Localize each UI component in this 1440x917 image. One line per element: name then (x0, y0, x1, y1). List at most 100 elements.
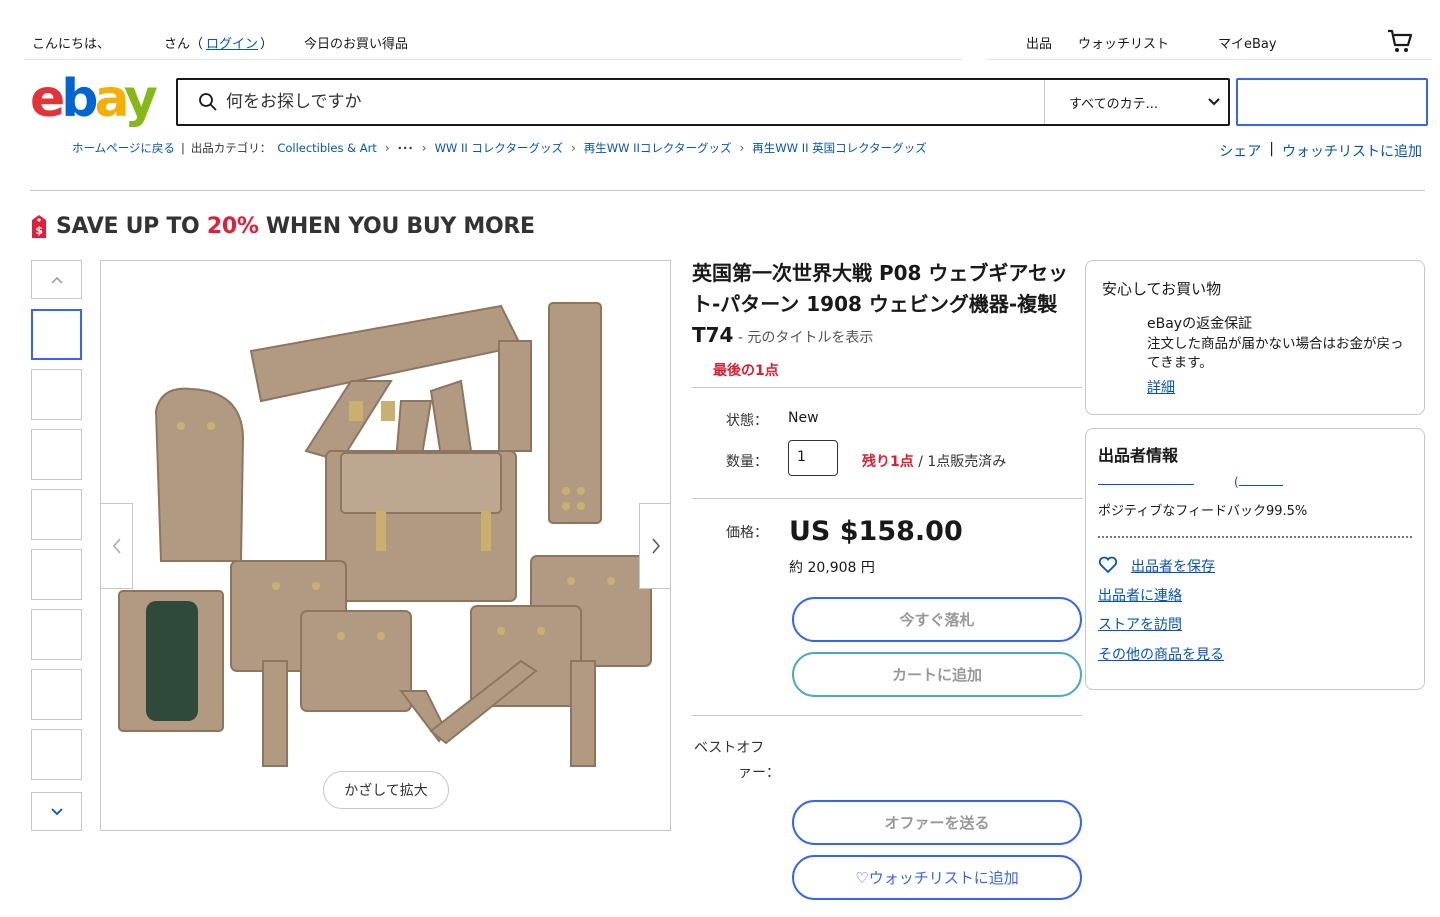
approx-price-jpy: 約 20,908 円 (789, 560, 875, 576)
thumbnail[interactable] (31, 429, 82, 480)
thumbnail[interactable] (31, 669, 82, 720)
top-nav-right: 出品 ウォッチリスト マイeBay (986, 28, 1432, 60)
breadcrumb: ホームページに戻る | 出品カテゴリ： Collectibles & Art ›… (72, 140, 927, 156)
guarantee-details-link[interactable]: 詳細 (1147, 377, 1175, 397)
price-tag-icon: $ (32, 214, 46, 238)
condition-label: 状態： (726, 413, 768, 429)
thumbnail[interactable] (31, 309, 82, 360)
add-watchlist-link[interactable]: ウォッチリストに追加 (1282, 141, 1422, 161)
daily-deals-link[interactable]: 今日のお買い得品 (304, 33, 408, 52)
chevron-down-icon (1208, 98, 1220, 106)
close-paren: ） (260, 37, 274, 52)
chevron-up-icon (50, 276, 63, 284)
thumbnail[interactable] (31, 549, 82, 600)
login-link[interactable]: ログイン (206, 33, 258, 52)
thumbnail[interactable] (31, 489, 82, 540)
best-offer-label: ベストオフ (694, 740, 765, 756)
guarantee-title: eBayの返金保証 (1147, 316, 1253, 332)
prev-image-button[interactable] (101, 503, 133, 589)
search-button[interactable] (1236, 78, 1428, 126)
top-nav-left: こんにちは、 さん（ ログイン ） 今日のお買い得品 (24, 28, 962, 60)
category-select-value: すべてのカテ... (1069, 96, 1158, 112)
breadcrumb-item[interactable]: 再生WW II 英国コレクターグッズ (752, 140, 926, 156)
guarantee-heading: 安心してお買い物 (1102, 280, 1222, 298)
thumbnail-scroll-down-button[interactable] (31, 792, 82, 831)
category-select[interactable]: すべてのカテ... (1044, 80, 1228, 124)
heart-icon[interactable] (1098, 556, 1118, 574)
breadcrumb-listed-in: 出品カテゴリ： (190, 141, 272, 155)
remaining-count: 残り1点 (862, 454, 914, 470)
seller-heading: 出品者情報 (1098, 446, 1179, 465)
sell-link[interactable]: 出品 (1026, 33, 1052, 52)
my-ebay-link[interactable]: マイeBay (1218, 33, 1277, 52)
share-link[interactable]: シェア (1219, 141, 1261, 161)
divider (692, 715, 1082, 716)
product-title-block: 英国第一次世界大戦 P08 ウェブギアセット-パターン 1908 ウェビング機器… (692, 258, 1076, 354)
chevron-right-icon: › (570, 141, 576, 155)
thumbnail[interactable] (31, 369, 82, 420)
sold-count: / 1点販売済み (913, 454, 1007, 470)
svg-text:ebay: ebay (30, 72, 157, 129)
thumbnail[interactable] (31, 729, 82, 780)
price-label: 価格： (726, 525, 768, 541)
search-icon (199, 93, 217, 111)
san-text: さん（ (164, 37, 204, 52)
chevron-right-icon (651, 538, 660, 554)
breadcrumb-item[interactable]: 再生WW IIコレクターグッズ (584, 140, 732, 156)
share-links: シェア | ウォッチリストに追加 (1219, 141, 1422, 161)
hover-zoom-label: かざして拡大 (323, 771, 449, 809)
search-bar: すべてのカテ... (176, 78, 1230, 126)
visit-store-link[interactable]: ストアを訪問 (1098, 614, 1182, 634)
breadcrumb-more-icon[interactable]: ··· (398, 141, 414, 155)
chevron-left-icon (112, 538, 121, 554)
price-value: US $158.00 (789, 516, 963, 547)
breadcrumb-back-link[interactable]: ホームページに戻る (72, 140, 175, 156)
thumbnail[interactable] (31, 609, 82, 660)
ebay-logo[interactable]: ebay (30, 72, 166, 130)
save-seller-link[interactable]: 出品者を保存 (1131, 556, 1215, 576)
webbing-set-image (118, 302, 652, 767)
condition-value: New (788, 410, 819, 426)
chevron-right-icon: › (384, 141, 390, 155)
next-image-button[interactable] (639, 503, 670, 589)
divider: | (1269, 141, 1274, 157)
divider (1098, 536, 1412, 538)
add-to-watchlist-button[interactable]: ♡ウォッチリストに追加 (792, 855, 1082, 900)
divider (692, 498, 1082, 499)
chevron-down-icon (50, 807, 63, 815)
add-to-cart-button[interactable]: カートに追加 (792, 652, 1082, 697)
contact-seller-link[interactable]: 出品者に連絡 (1098, 585, 1182, 605)
send-offer-button[interactable]: オファーを送る (792, 800, 1082, 845)
breadcrumb-item[interactable]: Collectibles & Art (277, 141, 377, 155)
divider (30, 190, 1425, 191)
svg-text:$: $ (35, 224, 42, 237)
seller-score[interactable]: ( (1234, 475, 1283, 489)
promo-banner: $ SAVE UP TO 20% WHEN YOU BUY MORE (30, 214, 535, 239)
breadcrumb-divider: | (180, 141, 185, 155)
best-offer-label-cont: ァー： (738, 765, 780, 781)
guarantee-desc: 注文した商品が届かない場合はお金が戻ってきます。 (1147, 336, 1404, 371)
breadcrumb-item[interactable]: WW II コレクターグッズ (435, 140, 563, 156)
show-original-title-link[interactable]: - 元のタイトルを表示 (733, 330, 874, 346)
promo-percent: 20% (206, 214, 259, 239)
seller-info-panel: 出品者情報 ( ポジティブなフィードバック99.5% 出品者を保存 出品者に連絡… (1085, 428, 1425, 690)
quantity-label: 数量： (726, 454, 768, 470)
cart-icon[interactable] (1386, 28, 1414, 54)
chevron-right-icon: › (421, 141, 427, 155)
watchlist-link[interactable]: ウォッチリスト (1078, 33, 1169, 52)
seller-name-link[interactable] (1098, 484, 1194, 485)
greeting-text: こんにちは、 (32, 37, 111, 52)
money-back-guarantee-panel: 安心してお買い物 eBayの返金保証 注文した商品が届かない場合はお金が戻ってき… (1085, 260, 1425, 415)
chevron-right-icon: › (739, 141, 745, 155)
search-input[interactable] (226, 82, 1044, 122)
promo-prefix: SAVE UP TO (56, 214, 207, 239)
quantity-input[interactable]: 1 (788, 440, 838, 476)
thumbnail-scroll-up-button[interactable] (31, 260, 82, 299)
availability-text: 残り1点 / 1点販売済み (862, 451, 1006, 471)
buy-now-button[interactable]: 今すぐ落札 (792, 597, 1082, 642)
promo-suffix: WHEN YOU BUY MORE (258, 214, 535, 239)
see-other-items-link[interactable]: その他の商品を見る (1098, 644, 1224, 664)
seller-feedback: ポジティブなフィードバック99.5% (1098, 504, 1308, 519)
main-product-image[interactable]: かざして拡大 (100, 260, 671, 831)
divider (692, 387, 1082, 388)
